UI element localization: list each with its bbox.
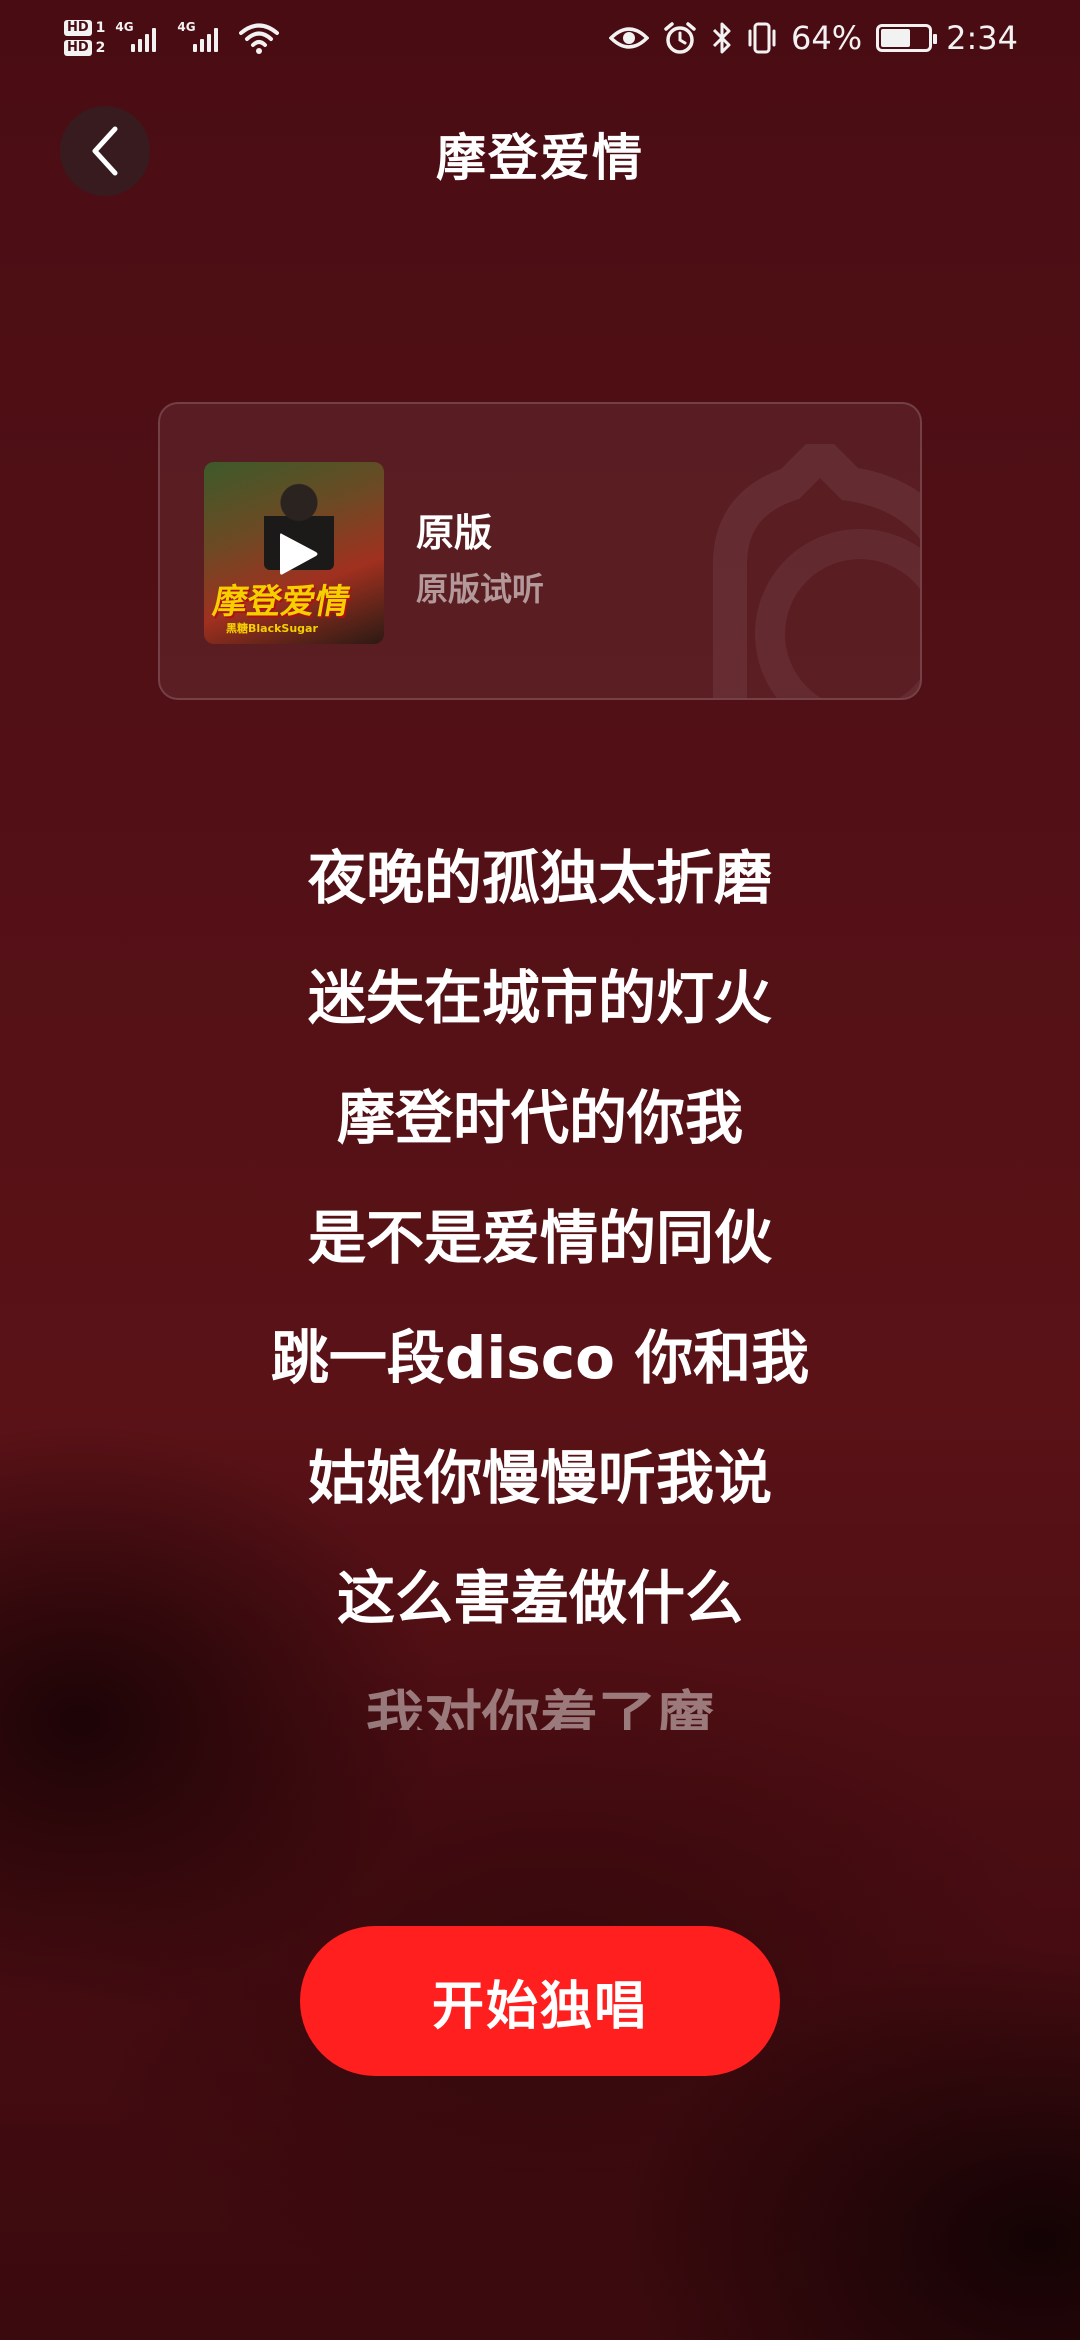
version-description: 原版试听	[416, 570, 545, 608]
lyric-line: 跳一段disco 你和我	[270, 1324, 810, 1392]
battery-saver-icon	[876, 24, 938, 52]
lyric-line: 摩登时代的你我	[336, 1084, 743, 1152]
status-bar: HD 1 HD 2 4G 4G 64% 2:34	[0, 0, 1080, 72]
hd-indicator-2: HD 2	[64, 40, 105, 56]
battery-percentage: 64%	[791, 19, 863, 57]
status-bar-right: 64% 2:34	[609, 8, 1018, 68]
chevron-left-icon	[92, 126, 118, 176]
battery-level-fill	[881, 29, 911, 47]
cover-artist-name: 黑糖BlackSugar	[226, 622, 318, 635]
hd-badge: HD	[64, 40, 92, 56]
version-name: 原版	[416, 511, 493, 555]
lyrics-list: 夜晚的孤独太折磨 迷失在城市的灯火 摩登时代的你我 是不是爱情的同伙 跳一段di…	[0, 830, 1080, 1730]
hd-sim-number: 2	[95, 40, 106, 56]
album-cover[interactable]: 摩登爱情 黑糖BlackSugar	[204, 462, 384, 644]
lyric-line-faded: 我对你着了魔	[365, 1684, 714, 1730]
hd-sim-number: 1	[95, 20, 106, 36]
vibrate-icon	[748, 22, 776, 54]
alarm-icon	[664, 22, 696, 54]
bluetooth-icon	[712, 22, 731, 54]
page-title: 摩登爱情	[436, 129, 644, 187]
wifi-icon	[239, 23, 280, 54]
lyric-line: 夜晚的孤独太折磨	[307, 844, 772, 912]
lyric-line: 姑娘你慢慢听我说	[307, 1444, 772, 1512]
clock: 2:34	[946, 19, 1018, 57]
start-solo-button[interactable]: 开始独唱	[300, 1926, 780, 2076]
original-version-card[interactable]: 摩登爱情 黑糖BlackSugar 原版 原版试听	[158, 402, 922, 700]
signal-sim2-icon: 4G	[177, 18, 229, 58]
lyric-line: 是不是爱情的同伙	[307, 1204, 772, 1272]
eye-icon	[609, 27, 650, 49]
hd-badge: HD	[64, 20, 92, 36]
status-bar-left: HD 1 HD 2 4G 4G	[64, 8, 280, 68]
cover-title: 摩登爱情	[209, 582, 353, 622]
signal-sim1-icon: 4G	[115, 18, 167, 58]
hd-indicator-1: HD 1	[64, 20, 105, 36]
watermark-logo-icon	[713, 444, 920, 698]
lyric-line: 这么害羞做什么	[336, 1564, 743, 1632]
play-icon[interactable]	[276, 530, 320, 578]
back-button[interactable]	[60, 106, 150, 196]
lyric-line: 迷失在城市的灯火	[307, 964, 772, 1032]
hd-indicators: HD 1 HD 2	[64, 20, 105, 56]
